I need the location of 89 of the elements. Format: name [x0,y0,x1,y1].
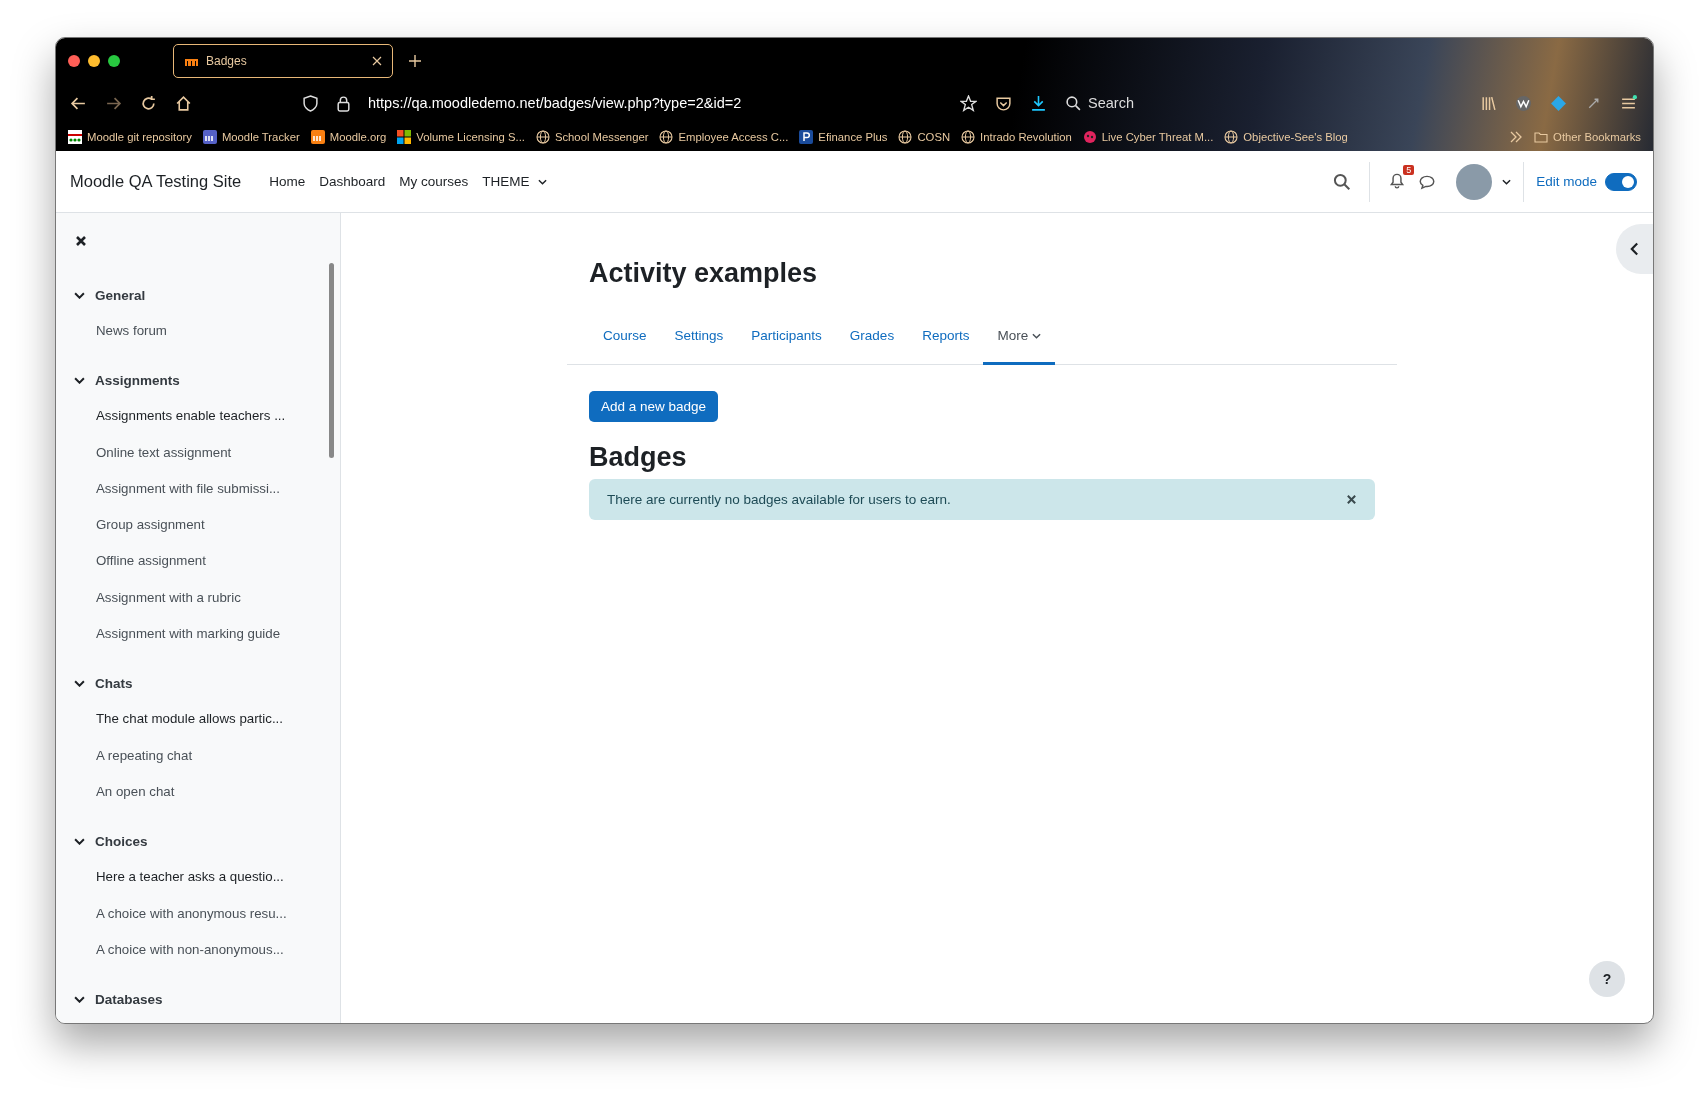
double-chevron-icon[interactable] [1509,130,1524,144]
tracker-logo-icon [202,130,217,144]
user-avatar[interactable] [1456,163,1493,200]
bookmark-link[interactable]: Live Cyber Threat M... [1082,130,1214,144]
bookmark-link[interactable]: Employee Access C... [659,130,789,144]
activity-link[interactable]: A choice with anonymous resu... [74,895,340,932]
section-heading[interactable]: Databases [74,981,340,1018]
section-heading: Badges [589,442,688,473]
other-bookmarks-link[interactable]: Other Bookmarks [1534,130,1641,144]
edit-mode-toggle[interactable] [1605,172,1637,191]
activity-link[interactable]: Here a teacher asks a questio... [74,859,340,896]
section-heading[interactable]: Choices [74,823,340,860]
chevron-left-icon [1630,242,1639,256]
address-bar[interactable]: https://qa.moodledemo.net/badges/view.php?type=2&id=2 [368,95,742,111]
circle-logo-icon [1082,130,1097,144]
folder-icon [1534,130,1549,144]
download-icon[interactable] [1030,94,1047,112]
activity-link[interactable]: Assignment with a rubric [74,579,340,617]
nav-link[interactable]: Dashboard [319,174,386,189]
bookmark-link[interactable]: School Messenger [535,130,649,144]
browser-tab[interactable]: Badges [173,43,393,78]
grid-icon [68,130,82,144]
shield-icon[interactable] [302,94,319,112]
star-icon[interactable] [960,94,977,112]
alert-message: There are currently no badges available for users to earn. [607,492,951,507]
section-heading[interactable]: Chats [74,665,340,702]
drawer-toggle-button[interactable] [1616,224,1653,274]
padlock-icon[interactable] [335,94,352,112]
caret-icon [537,178,547,185]
close-window-button[interactable] [68,54,80,67]
section-heading[interactable]: Assignments [74,362,340,399]
activity-link[interactable]: A repeating chat [74,737,340,774]
bookmark-link[interactable]: Volume Licensing S... [397,130,525,144]
browser-search-field[interactable]: Search [1088,95,1208,111]
new-tab-icon[interactable] [409,54,421,67]
activity-link[interactable]: Assignments enable teachers ... [74,398,340,435]
nav-tab[interactable]: Participants [737,309,836,365]
p-logo-icon [799,130,814,144]
help-button[interactable]: ? [1589,961,1625,997]
nav-tab[interactable]: More [983,309,1056,365]
activity-link[interactable]: Offline assignment [74,543,340,580]
nav-tab[interactable]: Grades [835,309,909,365]
globe-icon [961,130,976,144]
activity-link[interactable]: Assignment with file submissi... [74,470,340,508]
bookmark-link[interactable]: Moodle Tracker [202,130,300,144]
globe-icon [1224,130,1239,144]
activity-link[interactable]: An open chat [74,773,340,811]
bookmark-link[interactable]: Intrado Revolution [961,130,1072,144]
globe-icon [898,130,913,144]
library-icon[interactable] [1480,94,1497,112]
bookmark-link[interactable]: Objective-See's Blog [1224,130,1348,144]
reload-icon[interactable] [140,94,157,112]
theme-menu[interactable]: THEME [482,174,547,189]
four-squares-icon [397,130,412,144]
bookmark-link[interactable]: Moodle git repository [68,130,192,144]
close-icon[interactable] [1346,494,1357,505]
nav-link[interactable]: My courses [399,174,469,189]
caret-icon[interactable] [1502,178,1512,185]
page-title: Activity examples [589,258,819,289]
add-badge-button[interactable]: Add a new badge [589,391,719,422]
caret-icon [1032,332,1042,339]
bookmark-link[interactable]: Moodle.org [310,130,387,144]
bookmark-link[interactable]: Efinance Plus [799,130,888,144]
nav-link[interactable]: Home [269,174,306,189]
zoom-window-button[interactable] [108,54,120,67]
nav-tab[interactable]: Settings [660,309,738,365]
tab-title: Badges [206,53,248,68]
close-tab-icon[interactable] [372,55,382,66]
edit-mode-label: Edit mode [1536,174,1597,189]
nav-tab[interactable]: Course [589,309,661,365]
site-name[interactable]: Moodle QA Testing Site [70,172,242,191]
activity-link[interactable]: The chat module allows partic... [74,701,340,738]
notification-count: 5 [1403,164,1415,175]
activity-link[interactable]: Online text assignment [74,434,340,471]
activity-link[interactable]: Assignment with marking guide [74,616,340,653]
pocket-icon[interactable] [995,94,1012,112]
activity-link[interactable]: A choice with non-anonymous... [74,931,340,969]
activity-link[interactable]: News forum [74,313,340,350]
search-icon[interactable] [1333,172,1352,191]
globe-icon [535,130,550,144]
minimize-window-button[interactable] [88,54,100,67]
search-icon [1065,94,1082,112]
home-icon[interactable] [175,94,192,112]
bookmark-link[interactable]: COSN [898,130,951,144]
section-heading[interactable]: General [74,277,340,313]
close-icon[interactable] [75,235,87,247]
globe-icon [659,130,674,144]
nav-tab[interactable]: Reports [908,309,984,365]
activity-link[interactable]: Group assignment [74,507,340,544]
